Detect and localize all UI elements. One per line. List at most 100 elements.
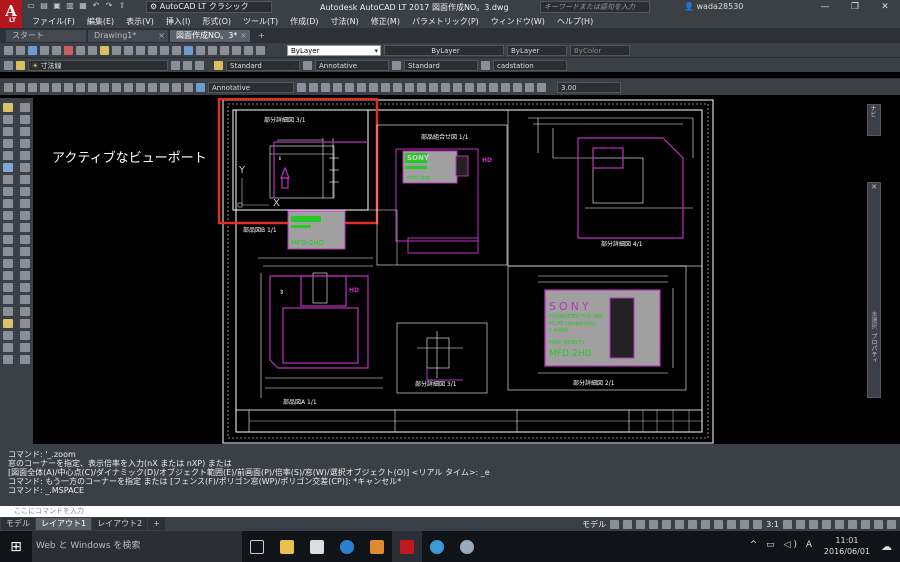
menu-format[interactable]: 形式(O) [202, 16, 231, 27]
ie-icon[interactable] [422, 531, 452, 562]
ortho-icon[interactable] [636, 520, 646, 529]
justify-icon[interactable] [3, 355, 14, 364]
lock-ui-icon[interactable] [835, 520, 844, 529]
redo-icon[interactable]: ↷ [104, 1, 114, 11]
scale-tool-icon[interactable] [19, 247, 30, 256]
aligned-dim-icon[interactable] [16, 82, 25, 92]
color-dropdown[interactable]: ByLayer [287, 44, 381, 57]
workspace-switch-icon[interactable] [783, 520, 792, 529]
print-icon[interactable]: ▦ [78, 1, 88, 11]
table-style-icon[interactable] [392, 60, 401, 70]
fillet-icon[interactable] [393, 82, 402, 92]
menu-view[interactable]: 表示(V) [126, 16, 154, 27]
menu-insert[interactable]: 挿入(I) [166, 16, 191, 27]
help-icon[interactable] [256, 45, 265, 55]
diameter-dim-icon[interactable] [76, 82, 85, 92]
sheetset-icon[interactable] [220, 45, 229, 55]
toolpalette-icon[interactable] [208, 45, 217, 55]
taskbar-search[interactable]: Web と Windows を検索 [32, 531, 242, 562]
isolate-objects-icon[interactable] [848, 520, 857, 529]
file-explorer-icon[interactable] [272, 531, 302, 562]
text-tool-icon[interactable] [3, 307, 14, 316]
new-tab-button[interactable]: + [252, 30, 271, 42]
chamfer-icon[interactable] [405, 82, 414, 92]
dimension-tool-icon[interactable] [19, 307, 30, 316]
lineweight-dropdown[interactable]: ByLayer [507, 44, 567, 57]
find-icon[interactable] [3, 331, 14, 340]
ellipse-icon[interactable] [19, 151, 30, 160]
osnap-tracking-icon[interactable] [675, 520, 685, 529]
zoom-realtime-icon[interactable] [148, 45, 157, 55]
text-a-icon[interactable] [3, 319, 14, 328]
search-input[interactable]: キーワードまたは語句を入力 [540, 1, 650, 13]
dim-style-dropdown[interactable]: Annotative [315, 59, 389, 72]
properties-palette[interactable]: ✕ プロパティ 未選択 [867, 182, 881, 398]
paste-icon[interactable] [88, 45, 97, 55]
maximize-icon[interactable]: ❐ [840, 0, 870, 14]
rotate-icon[interactable] [333, 82, 342, 92]
text-edit-icon[interactable] [19, 319, 30, 328]
line-icon[interactable] [3, 103, 14, 112]
menu-parametric[interactable]: パラメトリック(P) [412, 16, 479, 27]
dim-style-icon[interactable] [303, 60, 312, 70]
store-icon[interactable] [302, 531, 332, 562]
table-icon[interactable] [3, 199, 14, 208]
insert-icon[interactable] [525, 82, 534, 92]
table-style-dropdown[interactable]: Standard [404, 59, 478, 72]
linear-dim-icon[interactable] [4, 82, 13, 92]
ime-indicator[interactable]: A [806, 540, 815, 550]
snap-icon[interactable] [623, 520, 633, 529]
annotate-icon[interactable] [196, 82, 205, 92]
annoscale-dropdown[interactable]: Annotative [208, 81, 294, 94]
menu-draw[interactable]: 作成(D) [290, 16, 318, 27]
offset-tool-icon[interactable] [19, 223, 30, 232]
trim-icon[interactable] [369, 82, 378, 92]
spline-icon[interactable] [3, 151, 14, 160]
matchprop-icon[interactable] [100, 45, 109, 55]
array-icon[interactable] [429, 82, 438, 92]
clock[interactable]: 11:01 2016/06/01 [824, 535, 870, 557]
scale-value-field[interactable]: 3.00 [557, 81, 621, 94]
radius-dim-icon[interactable] [52, 82, 61, 92]
make-block-icon[interactable] [19, 163, 30, 172]
copy-obj-icon[interactable] [309, 82, 318, 92]
region-icon[interactable] [19, 187, 30, 196]
polyline-icon[interactable] [3, 115, 14, 124]
grid-icon[interactable] [610, 520, 620, 529]
plotstyle-dropdown[interactable]: ByColor [570, 44, 630, 57]
pedit-icon[interactable] [489, 82, 498, 92]
menu-tools[interactable]: ツール(T) [243, 16, 278, 27]
insert-block-icon[interactable] [3, 163, 14, 172]
tab-drawing-no3[interactable]: 図面作成NO。3* × [170, 30, 250, 42]
selection-cycling-icon[interactable] [727, 520, 737, 529]
open-icon[interactable] [16, 45, 25, 55]
menu-window[interactable]: ウィンドウ(W) [491, 16, 545, 27]
scale-text-icon[interactable] [19, 343, 30, 352]
stretch-icon[interactable] [321, 82, 330, 92]
edge-icon[interactable] [332, 531, 362, 562]
offset-icon[interactable] [417, 82, 426, 92]
move-icon[interactable] [297, 82, 306, 92]
hatch-icon[interactable] [19, 175, 30, 184]
spell-icon[interactable] [19, 331, 30, 340]
angular-dim-icon[interactable] [88, 82, 97, 92]
abc-icon[interactable] [3, 343, 14, 352]
open-icon[interactable]: ▤ [39, 1, 49, 11]
trim-tool-icon[interactable] [19, 259, 30, 268]
make-current-icon[interactable] [171, 60, 180, 70]
circle-icon[interactable] [3, 139, 14, 148]
extend-icon[interactable] [381, 82, 390, 92]
dimedit-icon[interactable] [172, 82, 181, 92]
chamfer-tool-icon[interactable] [19, 283, 30, 292]
annotation-scale[interactable]: 3:1 [766, 520, 779, 529]
fillet-tool-icon[interactable] [3, 295, 14, 304]
task-view-icon[interactable] [242, 531, 272, 562]
revcloud-icon[interactable] [19, 139, 30, 148]
polygon-icon[interactable] [19, 115, 30, 124]
annotation-monitor-icon[interactable] [796, 520, 805, 529]
layout-tab-model[interactable]: モデル [1, 518, 35, 530]
properties-icon[interactable] [184, 45, 193, 55]
minimize-icon[interactable]: — [810, 0, 840, 14]
mirror-icon[interactable] [345, 82, 354, 92]
menu-edit[interactable]: 編集(E) [87, 16, 114, 27]
